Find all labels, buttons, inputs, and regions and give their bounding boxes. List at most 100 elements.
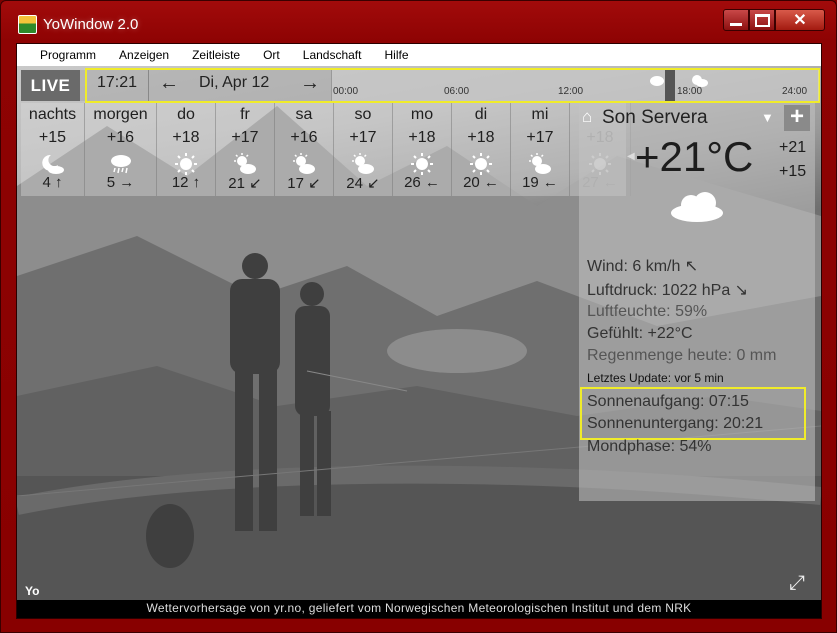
sunrise-info: Sonnenaufgang: 07:15 — [587, 393, 749, 410]
forecast-day[interactable]: mi +17 19 ← — [511, 103, 570, 196]
forecast-strip: nachts +15 4 ↑ morgen +16 5 → do +18 12 ↑ fr +17 21… — [21, 103, 631, 196]
forecast-day[interactable]: mo +18 26 ← — [393, 103, 452, 196]
wind-info: Wind: 6 km/h ↖ — [587, 258, 699, 275]
location-name[interactable]: Son Servera — [602, 107, 708, 129]
maximize-icon — [754, 13, 770, 27]
forecast-day[interactable]: do +18 12 ↑ — [157, 103, 216, 196]
sun-icon — [175, 153, 197, 175]
cloud-icon — [671, 192, 723, 222]
sun-cloud-icon — [293, 153, 315, 175]
sun-cloud-icon — [352, 153, 374, 175]
title-bar[interactable]: YoWindow 2.0 ✕ — [1, 1, 836, 39]
forecast-day-name: mo — [410, 106, 434, 123]
forecast-day[interactable]: fr +17 21 ↙ — [216, 103, 275, 196]
location-dropdown-icon[interactable]: ▼ — [761, 110, 774, 125]
next-day-arrow-icon[interactable]: → — [300, 72, 320, 95]
collapse-arrow-icon[interactable]: ◀ — [627, 151, 635, 162]
timeline-highlight: 17:21 ← Di, Apr 12 → 00:00 06:00 12:00 1… — [85, 68, 820, 103]
forecast-day-name: di — [474, 106, 488, 123]
close-button[interactable]: ✕ — [775, 9, 825, 31]
humidity-info: Luftfeuchte: 59% — [587, 303, 708, 320]
timeline-tick: 00:00 — [333, 86, 359, 97]
home-icon[interactable]: ⌂ — [582, 107, 592, 127]
forecast-day[interactable]: sa +16 17 ↙ — [275, 103, 334, 196]
forecast-day-name: morgen — [93, 106, 148, 123]
forecast-day-wind: 26 ← — [404, 174, 440, 191]
client-area: Programm Anzeigen Zeitleiste Ort Landsch… — [16, 43, 822, 619]
minimize-button[interactable] — [723, 9, 749, 31]
forecast-day-temp: +17 — [349, 129, 377, 146]
menu-bar: Programm Anzeigen Zeitleiste Ort Landsch… — [17, 44, 821, 66]
forecast-day-wind: 19 ← — [522, 174, 558, 191]
sun-cloud-icon — [234, 153, 256, 175]
live-button[interactable]: LIVE — [21, 70, 80, 101]
pressure-info: Luftdruck: 1022 hPa ↘ — [587, 282, 749, 299]
timeline-tick: 12:00 — [558, 86, 584, 97]
timeline-track[interactable]: 00:00 06:00 12:00 18:00 24:00 — [331, 70, 819, 101]
current-temperature: +21°C — [635, 133, 754, 180]
forecast-day-temp: +17 — [231, 129, 259, 146]
app-icon — [18, 15, 37, 34]
timeline-divider — [148, 70, 149, 101]
timeline-date: Di, Apr 12 — [199, 74, 270, 91]
menu-zeitleiste[interactable]: Zeitleiste — [181, 48, 251, 62]
current-conditions-panel: ⌂ Son Servera ▼ + ◀ +21°C +21 +15 Wind: … — [579, 103, 815, 501]
app-window: YoWindow 2.0 ✕ Programm Anzeigen Zeitlei… — [0, 0, 837, 633]
low-temperature: +15 — [779, 163, 807, 180]
menu-programm[interactable]: Programm — [29, 48, 107, 62]
forecast-day-wind: 21 ↙ — [228, 175, 262, 192]
sun-icon — [470, 153, 492, 175]
forecast-day-temp: +16 — [106, 129, 135, 146]
forecast-day-wind: 12 ↑ — [171, 174, 201, 191]
last-update-info: Letztes Update: vor 5 min — [587, 371, 724, 385]
timeline-tick: 24:00 — [782, 86, 808, 97]
minimize-icon — [730, 22, 742, 26]
forecast-day-wind: 5 → — [106, 174, 135, 191]
timeline-time: 17:21 — [97, 74, 138, 91]
forecast-day[interactable]: morgen +16 5 → — [85, 103, 157, 196]
feels-like-info: Gefühlt: +22°C — [587, 325, 693, 342]
forecast-day[interactable]: di +18 20 ← — [452, 103, 511, 196]
forecast-day-wind: 4 ↑ — [42, 174, 63, 191]
fullscreen-icon[interactable]: ⤢ — [789, 572, 811, 594]
forecast-day[interactable]: so +17 24 ↙ — [334, 103, 393, 196]
sun-cloud-icon — [529, 153, 551, 175]
moon-phase-info: Mondphase: 54% — [587, 438, 712, 455]
moon-cloud-icon — [41, 153, 64, 175]
forecast-day-temp: +18 — [467, 129, 495, 146]
prev-day-arrow-icon[interactable]: ← — [159, 72, 179, 95]
forecast-day-name: mi — [531, 106, 549, 123]
timeline-weather-icons — [650, 75, 708, 87]
forecast-day-wind: 17 ↙ — [287, 175, 321, 192]
menu-landschaft[interactable]: Landschaft — [292, 48, 373, 62]
forecast-day-temp: +15 — [38, 129, 67, 146]
forecast-day-temp: +18 — [408, 129, 436, 146]
forecast-day-name: nachts — [28, 106, 77, 123]
forecast-day-wind: 24 ↙ — [346, 175, 380, 192]
rain-cloud-icon — [110, 153, 132, 175]
forecast-day-name: sa — [295, 106, 313, 123]
sunset-info: Sonnenuntergang: 20:21 — [587, 415, 764, 432]
forecast-day-temp: +17 — [526, 129, 554, 146]
menu-anzeigen[interactable]: Anzeigen — [108, 48, 180, 62]
forecast-day[interactable]: nachts +15 4 ↑ — [21, 103, 85, 196]
close-icon: ✕ — [793, 12, 807, 29]
maximize-button[interactable] — [749, 9, 775, 31]
forecast-day-name: do — [177, 106, 195, 123]
yo-badge[interactable]: Yo — [25, 584, 39, 598]
timeline-tick: 06:00 — [444, 86, 470, 97]
menu-hilfe[interactable]: Hilfe — [373, 48, 419, 62]
forecast-day-wind: 20 ← — [463, 174, 499, 191]
forecast-day-temp: +18 — [172, 129, 200, 146]
data-source-footer[interactable]: Wettervorhersage von yr.no, geliefert vo… — [17, 600, 821, 618]
window-controls: ✕ — [723, 9, 825, 33]
forecast-day-temp: +16 — [290, 129, 318, 146]
sun-icon — [411, 153, 433, 175]
forecast-day-name: fr — [240, 106, 250, 123]
forecast-day-name: so — [354, 106, 372, 123]
rain-info: Regenmenge heute: 0 mm — [587, 347, 777, 364]
menu-ort[interactable]: Ort — [252, 48, 291, 62]
high-temperature: +21 — [779, 139, 807, 156]
add-location-button[interactable]: + — [784, 105, 810, 131]
window-title: YoWindow 2.0 — [43, 16, 139, 33]
